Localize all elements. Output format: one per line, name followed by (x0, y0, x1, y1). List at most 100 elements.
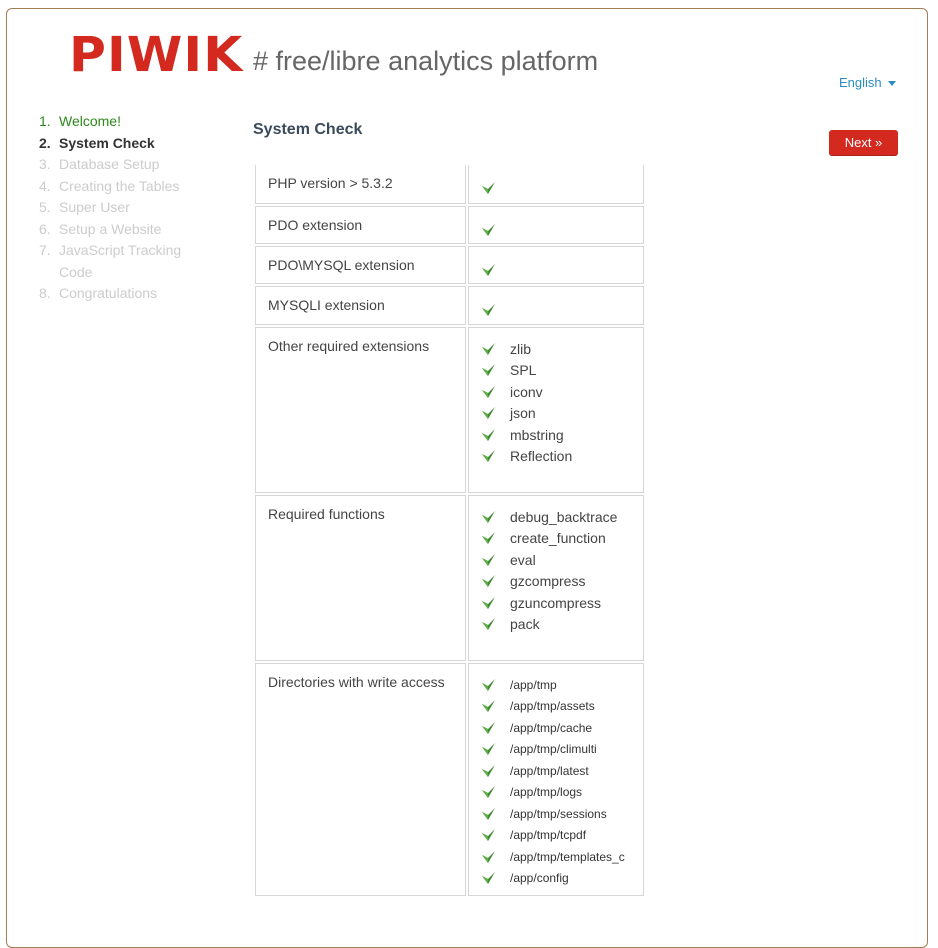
check-item: mbstring (481, 424, 631, 446)
checkmark-icon (481, 785, 496, 799)
step-js-tracking-code: 7. JavaScript Tracking Code (39, 242, 182, 280)
check-item-label: /app/tmp/assets (510, 699, 595, 714)
checkmark-icon (481, 807, 496, 821)
check-item-label: /app/tmp/sessions (510, 806, 607, 821)
check-label: Other required extensions (255, 327, 466, 493)
check-result: /app/tmp/app/tmp/assets/app/tmp/cache/ap… (468, 663, 644, 896)
check-item: /app/config (481, 868, 631, 890)
check-item-label: /app/tmp/logs (510, 785, 583, 800)
check-item: /app/tmp/assets (481, 696, 631, 718)
step-super-user: 5. Super User (39, 199, 130, 215)
check-item-label: eval (510, 551, 536, 568)
check-item: create_function (481, 528, 631, 550)
check-item: /app/tmp/templates_c (481, 846, 631, 868)
check-label: PHP version > 5.3.2 (255, 165, 466, 204)
checkmark-icon (481, 263, 496, 277)
check-item: pack (481, 614, 631, 636)
check-row: Other required extensions zlib SPL iconv jso… (255, 327, 644, 493)
check-item-label: /app/config (510, 871, 569, 886)
check-item-label: gzcompress (510, 573, 586, 590)
check-row: PDO extension (255, 206, 644, 244)
checkmark-icon (481, 531, 496, 545)
step-database-setup: 3. Database Setup (39, 156, 160, 172)
check-item: iconv (481, 381, 631, 403)
checkmark-icon (481, 181, 496, 195)
checkmark-icon (481, 617, 496, 631)
installation-steps: 1. Welcome! 2. System Check 3. Database Set… (39, 111, 209, 305)
check-item: SPL (481, 360, 631, 382)
check-result (468, 286, 644, 325)
check-item-label: gzuncompress (510, 594, 602, 611)
caret-down-icon (887, 81, 896, 87)
checkmark-icon (481, 828, 496, 842)
checkmark-icon (481, 449, 496, 463)
check-item: /app/tmp (481, 674, 631, 696)
check-result: zlib SPL iconv json mbstring Reflection (468, 327, 644, 493)
checkmark-icon (481, 678, 496, 692)
check-label: Directories with write access (255, 663, 466, 896)
check-label: MYSQLI extension (255, 286, 466, 325)
checkmark-icon (481, 342, 496, 356)
checkmark-icon (481, 596, 496, 610)
check-item-label: zlib (510, 340, 532, 357)
language-label: English (839, 75, 882, 90)
checkmark-icon (481, 699, 496, 713)
check-item-label: /app/tmp/latest (510, 763, 589, 778)
check-item-label: /app/tmp/climulti (510, 742, 597, 757)
next-button[interactable]: Next » (829, 130, 898, 156)
step-setup-website: 6. Setup a Website (39, 220, 162, 237)
check-label: PDO extension (255, 206, 466, 244)
check-result (468, 206, 644, 244)
check-item: gzuncompress (481, 592, 631, 614)
checkmark-icon (481, 223, 496, 237)
tagline: # free/libre analytics platform (253, 46, 599, 76)
check-item (481, 299, 631, 321)
check-row: Required functions debug_backtrace create_… (255, 495, 644, 661)
check-item: /app/tmp/cache (481, 717, 631, 739)
check-item (481, 219, 631, 241)
check-item-label: Reflection (510, 448, 573, 465)
checkmark-icon (481, 742, 496, 756)
piwik-logo: PIWIK (69, 27, 244, 83)
check-row: MYSQLI extension (255, 286, 644, 325)
check-item: gzcompress (481, 571, 631, 593)
step-welcome: 1. Welcome! (39, 113, 121, 129)
check-item: /app/tmp/tcpdf (481, 825, 631, 847)
checkmark-icon (481, 764, 496, 778)
check-row: PDO\MYSQL extension (255, 246, 644, 284)
system-check-table: PHP version > 5.3.2 PDO extension PDO\MYSQ… (255, 165, 644, 896)
check-item: json (481, 403, 631, 425)
check-result (468, 165, 644, 204)
check-label: PDO\MYSQL extension (255, 246, 466, 284)
checkmark-icon (481, 721, 496, 735)
checkmark-icon (481, 406, 496, 420)
checkmark-icon (481, 385, 496, 399)
check-label: Required functions (255, 495, 466, 661)
language-selector[interactable]: English (839, 75, 896, 90)
check-item: /app/tmp/sessions (481, 803, 631, 825)
step-congratulations: 8. Congratulations (39, 285, 158, 301)
page-title: System Check (253, 121, 363, 138)
check-item-label: /app/tmp/tcpdf (510, 828, 587, 843)
check-row: PHP version > 5.3.2 (255, 165, 644, 204)
check-item: /app/tmp/climulti (481, 739, 631, 761)
checkmark-icon (481, 428, 496, 442)
check-item-label: /app/tmp/templates_c (510, 849, 625, 864)
checkmark-icon (481, 574, 496, 588)
check-item: eval (481, 549, 631, 571)
checkmark-icon (481, 363, 496, 377)
check-item: zlib (481, 338, 631, 360)
check-item (481, 259, 631, 281)
check-item-label: mbstring (510, 426, 564, 443)
check-item-label: create_function (510, 530, 606, 547)
check-item: /app/tmp/latest (481, 760, 631, 782)
check-result: debug_backtrace create_function eval gzcomp… (468, 495, 644, 661)
checkmark-icon (481, 553, 496, 567)
check-item-label: /app/tmp (510, 677, 557, 692)
check-item (481, 177, 631, 199)
check-result (468, 246, 644, 284)
check-item: Reflection (481, 446, 631, 468)
checkmark-icon (481, 850, 496, 864)
check-item-label: SPL (510, 362, 537, 379)
checkmark-icon (481, 303, 496, 317)
